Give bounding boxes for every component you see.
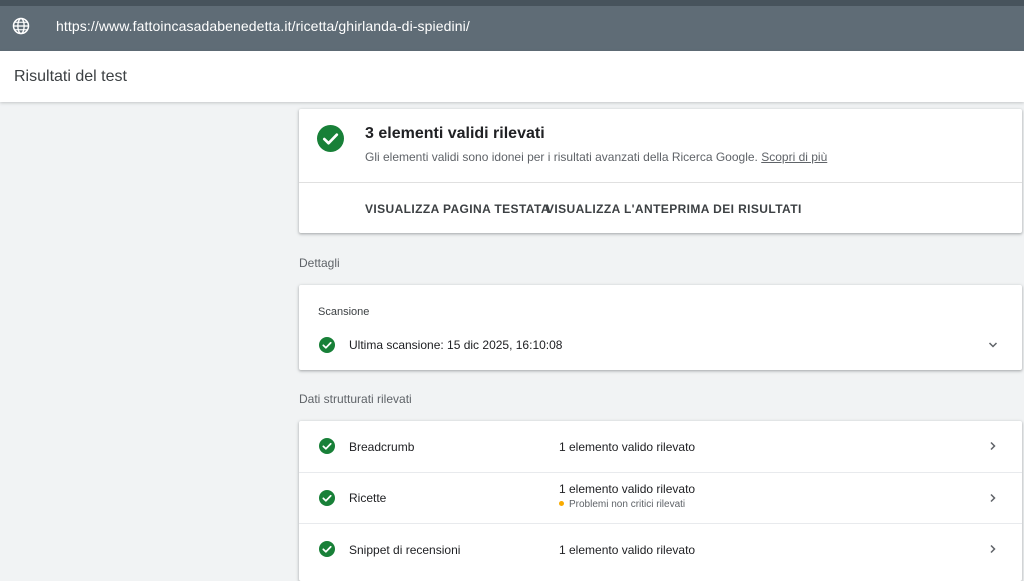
page-title: Risultati del test [14, 68, 127, 85]
card-divider [299, 182, 1022, 183]
page-header: Risultati del test [0, 51, 1024, 102]
warning-dot-icon [559, 501, 564, 506]
row-name: Breadcrumb [349, 440, 415, 454]
row-status: 1 elemento valido rilevato [559, 482, 696, 496]
check-circle-icon [319, 337, 335, 353]
chevron-right-icon [990, 544, 996, 554]
tested-url: https://www.fattoincasadabenedetta.it/ri… [56, 18, 470, 34]
description-text: Gli elementi validi sono idonei per i ri… [365, 150, 758, 164]
structured-data-section-label: Dati strutturati rilevati [299, 392, 412, 406]
chevron-right-icon [990, 493, 996, 503]
url-bar: https://www.fattoincasadabenedetta.it/ri… [0, 0, 1024, 51]
last-scan-value: Ultima scansione: 15 dic 2025, 16:10:08 [349, 338, 563, 352]
learn-more-link[interactable]: Scopri di più [761, 150, 827, 164]
structured-data-card: Breadcrumb 1 elemento valido rilevato Ri… [299, 421, 1022, 581]
details-section-label: Dettagli [299, 256, 340, 270]
check-circle-icon [319, 438, 335, 454]
row-name: Ricette [349, 491, 387, 505]
table-row[interactable]: Snippet di recensioni 1 elemento valido … [299, 524, 1022, 575]
row-warning: Problemi non critici rilevati [559, 499, 685, 510]
valid-items-description: Gli elementi validi sono idonei per i ri… [365, 150, 827, 164]
table-row[interactable]: Ricette 1 elemento valido rilevato Probl… [299, 472, 1022, 523]
row-status: 1 elemento valido rilevato [559, 440, 696, 454]
chevron-right-icon [990, 441, 996, 451]
check-circle-icon [319, 490, 335, 506]
view-results-preview-button[interactable]: VISUALIZZA L'ANTEPRIMA DEI RISULTATI [546, 202, 802, 216]
summary-card: 3 elementi validi rilevati Gli elementi … [299, 109, 1022, 233]
valid-items-heading: 3 elementi validi rilevati [365, 125, 545, 142]
globe-icon [12, 17, 30, 35]
table-row[interactable]: Breadcrumb 1 elemento valido rilevato [299, 421, 1022, 472]
row-status: 1 elemento valido rilevato [559, 543, 696, 557]
row-name: Snippet di recensioni [349, 543, 461, 557]
view-tested-page-button[interactable]: VISUALIZZA PAGINA TESTATA [365, 202, 550, 216]
row-warning-text: Problemi non critici rilevati [569, 499, 686, 510]
scan-card[interactable]: Scansione Ultima scansione: 15 dic 2025,… [299, 285, 1022, 370]
chevron-down-icon[interactable] [988, 340, 998, 350]
check-circle-icon [317, 125, 344, 152]
scan-label: Scansione [318, 306, 370, 318]
check-circle-icon [319, 541, 335, 557]
